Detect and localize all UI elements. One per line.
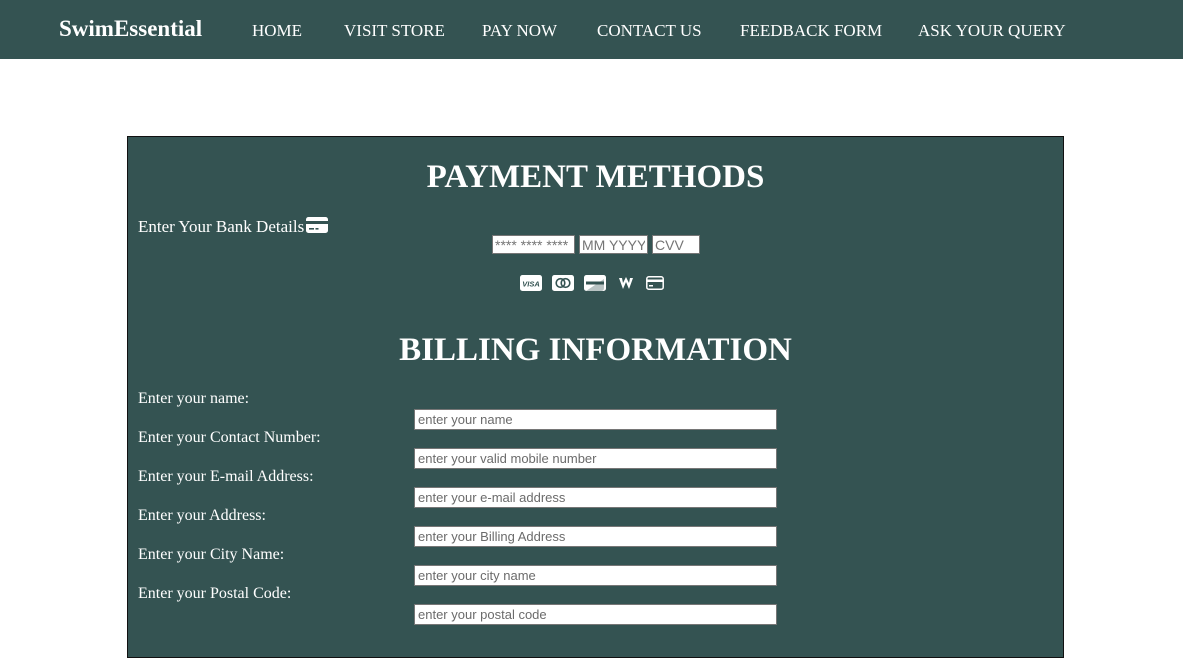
- nav-pay-now[interactable]: PAY NOW: [482, 21, 557, 41]
- payment-methods-heading: PAYMENT METHODS: [426, 159, 765, 195]
- address-label: Enter your Address:: [138, 507, 266, 524]
- contact-number-label: Enter your Contact Number:: [138, 429, 321, 446]
- contact-number-input[interactable]: [414, 448, 777, 469]
- name-input[interactable]: [414, 409, 777, 430]
- credit-card-icon: [646, 276, 664, 290]
- top-navbar: SwimEssential HOME VISIT STORE PAY NOW C…: [0, 0, 1183, 59]
- postal-code-label: Enter your Postal Code:: [138, 585, 292, 602]
- card-cvv-input[interactable]: [652, 235, 700, 254]
- nav-visit-store[interactable]: VISIT STORE: [344, 21, 445, 41]
- card-expiry-input[interactable]: [579, 235, 648, 254]
- nav-home[interactable]: HOME: [252, 21, 302, 41]
- payment-form-panel: PAYMENT METHODS Enter Your Bank Details …: [127, 136, 1064, 658]
- bank-details-label: Enter Your Bank Details: [138, 217, 305, 236]
- nav-feedback-form[interactable]: FEEDBACK FORM: [740, 21, 882, 41]
- card-number-input[interactable]: [492, 235, 575, 254]
- svg-text:VISA: VISA: [522, 280, 540, 289]
- city-label: Enter your City Name:: [138, 546, 285, 563]
- email-label: Enter your E-mail Address:: [138, 468, 314, 485]
- billing-information-heading: BILLING INFORMATION: [399, 332, 792, 368]
- visa-icon: VISA: [520, 275, 542, 291]
- nav-contact-us[interactable]: CONTACT US: [597, 21, 702, 41]
- mastercard-icon: [552, 275, 574, 291]
- city-input[interactable]: [414, 565, 777, 586]
- postal-code-input[interactable]: [414, 604, 777, 625]
- discover-icon: [584, 275, 606, 291]
- address-input[interactable]: [414, 526, 777, 547]
- wallet-icon: [619, 277, 633, 289]
- credit-card-icon: [306, 217, 328, 233]
- nav-ask-your-query[interactable]: ASK YOUR QUERY: [918, 21, 1066, 41]
- name-label: Enter your name:: [138, 390, 250, 407]
- site-logo[interactable]: SwimEssential: [59, 15, 202, 43]
- email-input[interactable]: [414, 487, 777, 508]
